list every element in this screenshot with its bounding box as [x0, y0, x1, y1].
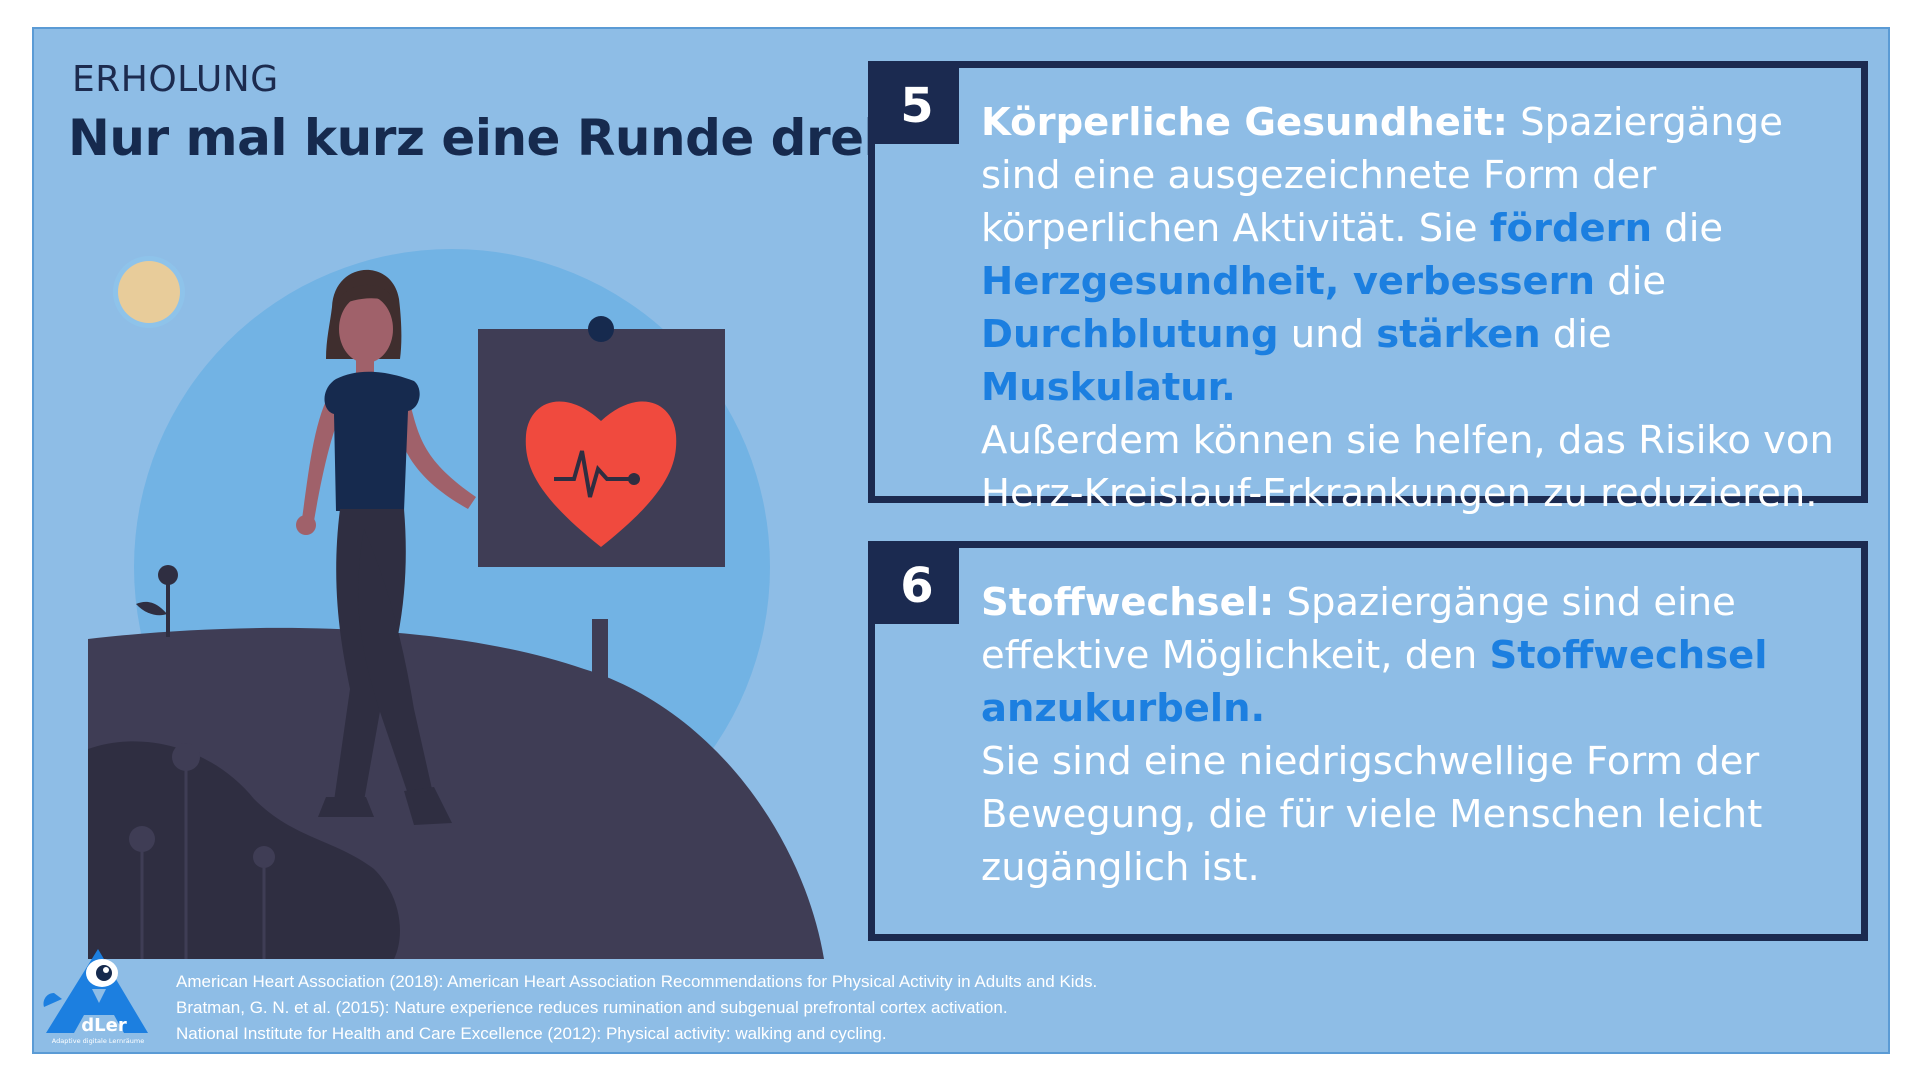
card-heading: Körperliche Gesundheit:: [981, 100, 1508, 145]
text-run: und: [1278, 312, 1377, 357]
text-run: die: [1652, 206, 1724, 251]
text-run: die: [1540, 312, 1612, 357]
slide: ERHOLUNG Nur mal kurz eine Runde drehen: [32, 27, 1890, 1054]
reference-item: National Institute for Health and Care E…: [176, 1024, 887, 1043]
highlight-term: fördern: [1489, 206, 1653, 251]
text-run: Sie sind eine niedrigschwellige Form der…: [981, 739, 1763, 890]
logo-letters: dLer: [81, 1015, 127, 1036]
highlight-term: Muskulatur.: [981, 365, 1236, 410]
highlight-term: Herzgesundheit, verbessern: [981, 259, 1596, 304]
card-number: 6: [875, 548, 959, 624]
card-number: 5: [875, 68, 959, 144]
references: American Heart Association (2018): Ameri…: [176, 969, 1097, 1047]
card-text: Körperliche Gesundheit: Spaziergänge sin…: [981, 96, 1841, 520]
info-card-5: 5 Körperliche Gesundheit: Spaziergänge s…: [868, 61, 1868, 516]
text-run: Außerdem können sie helfen, das Risiko v…: [981, 418, 1834, 516]
walking-woman-illustration: [88, 249, 824, 959]
adler-logo: dLer Adaptive digitale Lernräume: [43, 949, 148, 1045]
section-label: ERHOLUNG: [72, 59, 279, 100]
logo-subtitle: Adaptive digitale Lernräume: [52, 1037, 144, 1045]
info-card-6: 6 Stoffwechsel: Spaziergänge sind eine e…: [868, 541, 1868, 941]
plant-bud: [158, 565, 178, 585]
sun: [118, 261, 180, 323]
page-title: Nur mal kurz eine Runde drehen: [68, 109, 968, 167]
sign-post: [592, 619, 608, 804]
card-heading: Stoffwechsel:: [981, 580, 1275, 625]
highlight-term: Durchblutung: [981, 312, 1279, 357]
card-text: Stoffwechsel: Spaziergänge sind eine eff…: [981, 576, 1841, 894]
text-run: die: [1595, 259, 1667, 304]
reference-item: Bratman, G. N. et al. (2015): Nature exp…: [176, 998, 1008, 1017]
highlight-term: stärken: [1376, 312, 1541, 357]
sign-pin: [588, 316, 614, 342]
reference-item: American Heart Association (2018): Ameri…: [176, 972, 1098, 991]
